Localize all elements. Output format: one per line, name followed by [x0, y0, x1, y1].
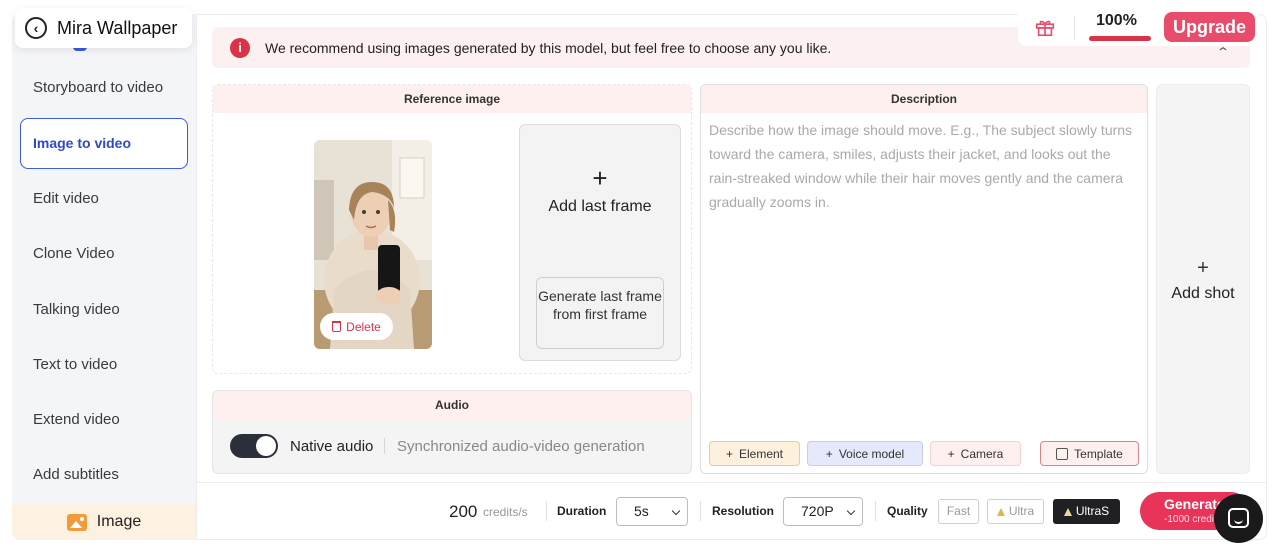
credits-value: 200: [449, 502, 478, 521]
bottom-divider: [546, 501, 547, 521]
chevron-down-icon: [671, 506, 681, 516]
ultra-label: Ultra: [1008, 504, 1035, 518]
description-input[interactable]: Describe how the image should move. E.g.…: [709, 118, 1134, 214]
plus-icon: +: [947, 446, 955, 461]
plus-icon: +: [725, 446, 733, 461]
native-audio-label: Native audio: [290, 438, 374, 455]
sidebar-item-clone-video[interactable]: Clone Video: [20, 228, 188, 279]
upgrade-button[interactable]: Upgrade: [1164, 12, 1255, 42]
add-shot-button[interactable]: + Add shot: [1156, 84, 1250, 474]
reference-image-panel: Reference image Delete + Add last frame …: [212, 84, 692, 374]
add-camera-button[interactable]: + Camera: [930, 441, 1021, 466]
generate-last-frame-button[interactable]: Generate last frame from first frame: [536, 277, 664, 349]
template-button[interactable]: Template: [1040, 441, 1139, 466]
duration-label: Duration: [557, 504, 607, 518]
delete-label: Delete: [346, 319, 381, 334]
add-shot-label: Add shot: [1171, 285, 1235, 302]
app-title-card: ‹ Mira Wallpaper: [15, 8, 192, 48]
add-voice-model-button[interactable]: + Voice model: [807, 441, 923, 466]
sidebar-item-extend-video[interactable]: Extend video: [20, 394, 188, 445]
duration-select[interactable]: 5s: [616, 497, 688, 526]
sidebar: Storyboard to video Image to video Edit …: [12, 14, 197, 540]
reference-image-title: Reference image: [213, 85, 691, 113]
resolution-select[interactable]: 720P: [783, 497, 863, 526]
ultra-badge-icon: [996, 508, 1005, 516]
info-icon: i: [230, 37, 250, 58]
sidebar-item-talking-video[interactable]: Talking video: [20, 284, 188, 335]
sidebar-item-image-to-video[interactable]: Image to video: [20, 118, 188, 169]
sidebar-item-edit-video[interactable]: Edit video: [20, 173, 188, 224]
quality-fast-option[interactable]: Fast: [938, 499, 979, 524]
chevron-down-icon: [846, 506, 856, 516]
trash-icon: [332, 321, 342, 332]
plus-icon: +: [1197, 257, 1209, 279]
credit-percentage: 100%: [1096, 12, 1137, 29]
sidebar-bottom-label: Image: [96, 513, 142, 530]
sync-audio-label: Synchronized audio-video generation: [397, 438, 645, 455]
ultras-label: UltraS: [1075, 504, 1110, 518]
resolution-value: 720P: [801, 503, 834, 519]
sidebar-item-image[interactable]: Image: [12, 504, 196, 540]
native-audio-toggle[interactable]: [230, 434, 278, 458]
add-element-button[interactable]: + Element: [709, 441, 800, 466]
audio-divider: [384, 438, 385, 454]
credits-unit: credits/s: [483, 505, 528, 519]
description-title: Description: [701, 85, 1147, 113]
ultras-badge-icon: [1063, 508, 1072, 516]
audio-panel: Audio Native audio Synchronized audio-vi…: [212, 390, 692, 474]
reference-photo[interactable]: Delete: [314, 140, 432, 349]
resolution-label: Resolution: [712, 504, 774, 518]
plus-icon: +: [592, 163, 608, 193]
bottom-divider: [700, 501, 701, 521]
back-arrow-icon[interactable]: ‹: [25, 17, 47, 39]
sidebar-item-storyboard-to-video[interactable]: Storyboard to video: [20, 62, 188, 113]
credit-progress-bar: [1089, 36, 1151, 41]
support-chat-button[interactable]: [1214, 494, 1263, 543]
generation-settings-bar: 200 credits/s Duration 5s Resolution 720…: [197, 482, 1266, 539]
plus-icon: +: [825, 446, 833, 461]
quality-ultra-option[interactable]: Ultra: [987, 499, 1044, 524]
camera-label: Camera: [960, 446, 1004, 461]
voice-model-label: Voice model: [838, 446, 905, 461]
account-toolbar: 100% Upgrade: [1018, 8, 1258, 46]
delete-image-button[interactable]: Delete: [320, 313, 393, 340]
image-icon: [66, 513, 87, 531]
toolbar-divider: [1074, 16, 1075, 40]
quality-label: Quality: [887, 504, 928, 518]
bottom-divider: [875, 501, 876, 521]
notice-text: We recommend using images generated by t…: [265, 39, 832, 56]
chat-icon: [1228, 508, 1249, 528]
audio-title: Audio: [213, 391, 691, 419]
gift-icon[interactable]: [1034, 16, 1056, 38]
add-last-frame-label: Add last frame: [548, 198, 652, 215]
collapse-chevron-icon[interactable]: ⌃: [1216, 45, 1230, 59]
duration-value: 5s: [634, 503, 649, 519]
sidebar-item-add-subtitles[interactable]: Add subtitles: [20, 449, 188, 500]
sidebar-item-text-to-video[interactable]: Text to video: [20, 339, 188, 390]
add-last-frame-dropzone[interactable]: + Add last frame Generate last frame fro…: [519, 124, 681, 361]
app-title: Mira Wallpaper: [57, 17, 178, 38]
template-label: Template: [1074, 446, 1123, 461]
description-panel: Description Describe how the image shoul…: [700, 84, 1148, 474]
quality-ultras-option[interactable]: UltraS: [1053, 499, 1120, 524]
element-label: Element: [738, 446, 784, 461]
template-icon: [1056, 447, 1069, 460]
